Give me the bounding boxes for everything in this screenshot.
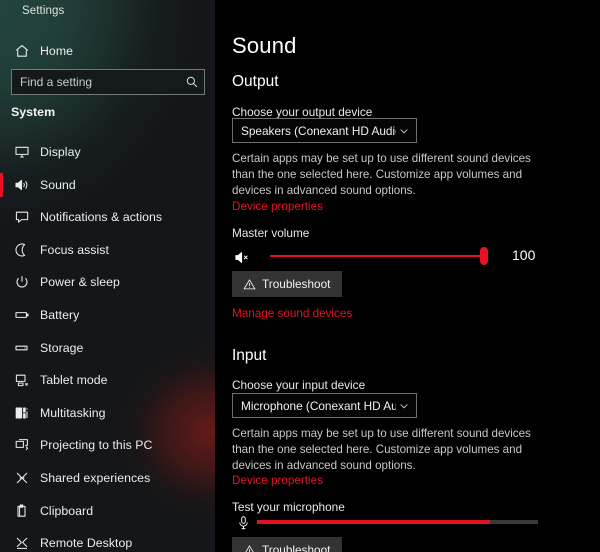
settings-window: Settings Home System Display Sound Notific… (0, 0, 600, 552)
sidebar-item-label: Storage (40, 340, 84, 355)
sidebar-item-label: Battery (40, 308, 80, 322)
output-troubleshoot-button[interactable]: Troubleshoot (232, 271, 343, 297)
sidebar-item-remote-desktop[interactable]: Remote Desktop (0, 528, 215, 552)
sidebar-item-clipboard[interactable]: Clipboard (0, 496, 215, 526)
sidebar-group-label: System (11, 105, 56, 119)
input-troubleshoot-label: Troubleshoot (262, 543, 331, 552)
sidebar-item-label: Shared experiences (40, 471, 151, 485)
window-title: Settings (22, 5, 65, 17)
project-icon (11, 434, 33, 456)
speaker-icon (11, 174, 33, 196)
sidebar-item-display[interactable]: Display (0, 137, 215, 167)
remote-desktop-icon (11, 532, 33, 552)
sidebar-item-home[interactable]: Home (0, 36, 215, 66)
sidebar-item-tablet-mode[interactable]: Tablet mode (0, 365, 215, 395)
output-device-dropdown[interactable]: Speakers (Conexant HD Audio) (232, 118, 417, 143)
input-device-label: Choose your input device (232, 378, 366, 392)
sidebar-item-projecting-to-this-pc[interactable]: Projecting to this PC (0, 430, 215, 460)
warning-triangle-icon (242, 543, 256, 552)
output-helper-text: Certain apps may be set up to use differ… (232, 152, 531, 198)
section-heading-output: Output (232, 73, 279, 90)
search-input[interactable] (12, 75, 181, 89)
master-volume-value: 100 (512, 247, 536, 263)
tablet-icon (11, 369, 33, 391)
master-volume-slider-row: 100 (232, 245, 552, 269)
sidebar-item-sound[interactable]: Sound (0, 170, 215, 200)
sidebar: Settings Home System Display Sound Notific… (0, 0, 215, 552)
sidebar-item-label: Display (40, 145, 81, 159)
sidebar-item-label: Home (40, 44, 74, 58)
search-box[interactable] (11, 69, 205, 95)
output-device-value: Speakers (Conexant HD Audio) (241, 123, 396, 138)
output-troubleshoot-label: Troubleshoot (262, 277, 331, 291)
sidebar-item-notifications-and-actions[interactable]: Notifications & actions (0, 202, 215, 232)
sidebar-item-label: Clipboard (40, 503, 94, 518)
input-helper-text: Certain apps may be set up to use differ… (232, 427, 531, 473)
input-troubleshoot-button[interactable]: Troubleshoot (232, 537, 343, 552)
chat-bubble-icon (11, 206, 33, 228)
sidebar-item-label: Tablet mode (40, 373, 108, 388)
input-device-value: Microphone (Conexant HD Audio) (241, 398, 396, 413)
sidebar-item-label: Multitasking (40, 405, 106, 420)
input-device-dropdown[interactable]: Microphone (Conexant HD Audio) (232, 393, 417, 418)
power-icon (11, 271, 33, 293)
speaker-mute-icon[interactable] (232, 247, 252, 267)
moon-icon (11, 239, 33, 261)
sidebar-item-power-and-sleep[interactable]: Power & sleep (0, 267, 215, 297)
clipboard-icon (11, 500, 33, 522)
battery-icon (11, 304, 33, 326)
test-microphone-label: Test your microphone (232, 500, 345, 514)
home-icon (11, 40, 33, 62)
storage-icon (11, 337, 33, 359)
sidebar-item-label: Notifications & actions (40, 210, 163, 225)
sidebar-item-multitasking[interactable]: Multitasking (0, 398, 215, 428)
microphone-level-bar (257, 520, 538, 524)
output-device-properties-link[interactable]: Device properties (232, 200, 323, 213)
page-title: Sound (232, 33, 297, 58)
sidebar-item-label: Sound (40, 177, 76, 192)
manage-sound-devices-link[interactable]: Manage sound devices (232, 307, 352, 320)
sidebar-item-focus-assist[interactable]: Focus assist (0, 235, 215, 265)
microphone-level-fill (257, 520, 491, 524)
sidebar-item-label: Focus assist (40, 242, 109, 257)
output-device-label: Choose your output device (232, 105, 373, 119)
multitasking-icon (11, 402, 33, 424)
microphone-level-row (232, 513, 552, 535)
master-volume-track[interactable] (270, 255, 484, 257)
chevron-down-icon (396, 398, 412, 414)
monitor-icon (11, 141, 33, 163)
master-volume-label: Master volume (232, 226, 310, 240)
main-content: Sound Output Choose your output device S… (215, 0, 600, 552)
microphone-icon (234, 513, 252, 533)
sidebar-item-storage[interactable]: Storage (0, 333, 215, 363)
chevron-down-icon (396, 123, 412, 139)
input-device-properties-link[interactable]: Device properties (232, 474, 323, 487)
sidebar-item-battery[interactable]: Battery (0, 300, 215, 330)
master-volume-thumb[interactable] (480, 247, 488, 265)
sidebar-item-shared-experiences[interactable]: Shared experiences (0, 463, 215, 493)
share-icon (11, 467, 33, 489)
warning-triangle-icon (242, 277, 256, 291)
sidebar-item-label: Remote Desktop (40, 536, 133, 551)
sidebar-item-label: Projecting to this PC (40, 438, 153, 453)
sidebar-item-label: Power & sleep (40, 275, 120, 290)
search-icon[interactable] (181, 71, 202, 93)
section-heading-input: Input (232, 347, 267, 364)
